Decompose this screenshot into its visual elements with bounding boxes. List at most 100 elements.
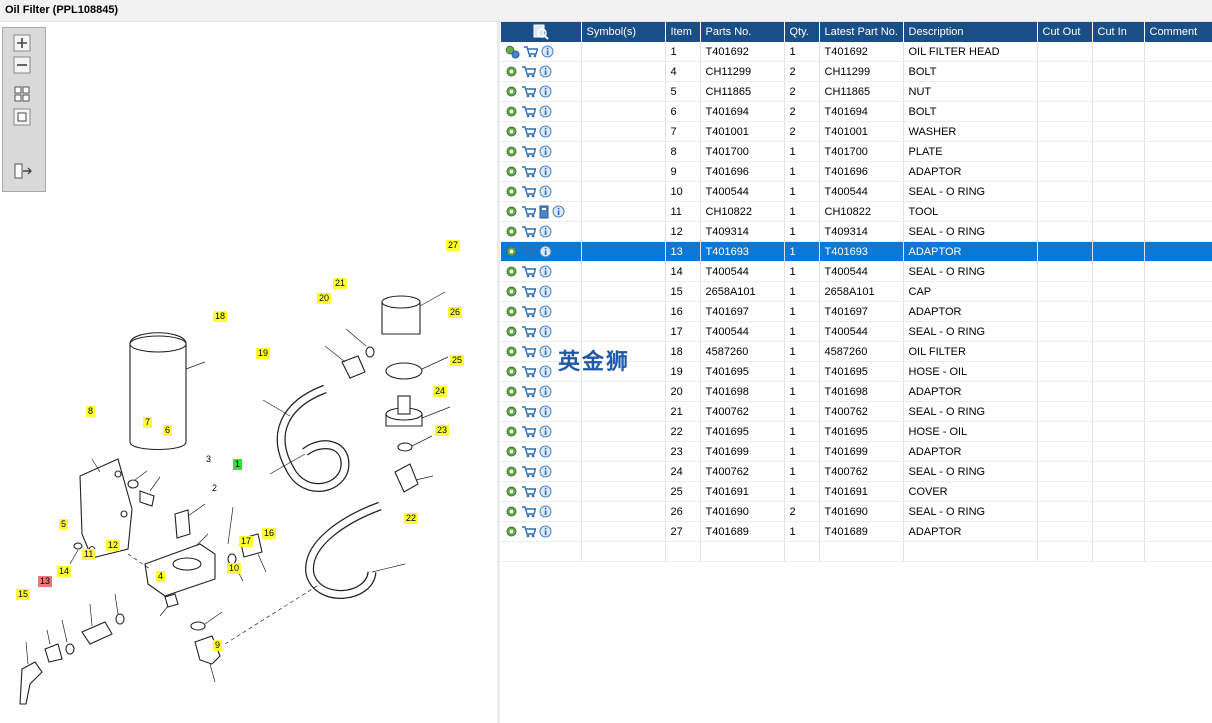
column-header-comment[interactable]: Comment — [1144, 22, 1212, 42]
callout-25[interactable]: 25 — [450, 355, 465, 366]
column-header-item[interactable]: Item — [665, 22, 701, 42]
column-header-icons[interactable] — [501, 22, 582, 42]
row-actions[interactable] — [501, 141, 582, 162]
info-icon — [539, 225, 552, 238]
zoom-in-button[interactable] — [13, 34, 33, 52]
table-row[interactable]: 15 2658A101 1 2658A101 CAP — [501, 281, 1212, 302]
table-row[interactable]: 1 T401692 1 T401692 OIL FILTER HEAD — [501, 42, 1212, 62]
table-row[interactable]: 22 T401695 1 T401695 HOSE - OIL — [501, 421, 1212, 442]
callout-4[interactable]: 4 — [156, 571, 166, 582]
row-actions[interactable] — [501, 381, 582, 402]
table-row[interactable]: 20 T401698 1 T401698 ADAPTOR — [501, 381, 1212, 402]
row-actions[interactable] — [501, 301, 582, 322]
table-row[interactable]: 8 T401700 1 T401700 PLATE — [501, 141, 1212, 162]
row-actions[interactable] — [501, 521, 582, 542]
table-row[interactable]: 25 T401691 1 T401691 COVER — [501, 481, 1212, 502]
cell-latest-part-no: T401001 — [819, 121, 904, 142]
row-actions[interactable] — [501, 501, 582, 522]
row-actions[interactable] — [501, 321, 582, 342]
callout-26[interactable]: 26 — [448, 307, 463, 318]
cart-icon — [522, 66, 536, 78]
table-row[interactable]: 10 T400544 1 T400544 SEAL - O RING — [501, 181, 1212, 202]
row-actions[interactable] — [501, 161, 582, 182]
callout-10[interactable]: 10 — [227, 563, 242, 574]
row-actions[interactable] — [501, 461, 582, 482]
column-header-qty[interactable]: Qty. — [784, 22, 820, 42]
cell-latest-part-no: T400544 — [819, 181, 904, 202]
row-actions[interactable] — [501, 241, 582, 262]
column-header-cut-out[interactable]: Cut Out — [1037, 22, 1093, 42]
table-row[interactable]: 9 T401696 1 T401696 ADAPTOR — [501, 161, 1212, 182]
row-actions[interactable] — [501, 81, 582, 102]
table-row[interactable]: 24 T400762 1 T400762 SEAL - O RING — [501, 461, 1212, 482]
fit-window-button[interactable] — [13, 108, 33, 126]
row-actions[interactable] — [501, 401, 582, 422]
row-actions[interactable] — [501, 281, 582, 302]
table-row[interactable]: 17 T400544 1 T400544 SEAL - O RING — [501, 321, 1212, 342]
table-row[interactable]: 7 T401001 2 T401001 WASHER — [501, 121, 1212, 142]
column-header-description[interactable]: Description — [903, 22, 1038, 42]
row-actions[interactable] — [501, 421, 582, 442]
export-button[interactable] — [13, 162, 33, 180]
row-actions[interactable] — [501, 61, 582, 82]
column-header-symbols[interactable]: Symbol(s) — [581, 22, 666, 42]
row-actions[interactable] — [501, 201, 582, 222]
callout-9[interactable]: 9 — [213, 640, 223, 651]
table-row[interactable]: 4 CH11299 2 CH11299 BOLT — [501, 61, 1212, 82]
table-row[interactable]: 13 T401693 1 T401693 ADAPTOR — [501, 241, 1212, 262]
cell-description: NUT — [903, 81, 1038, 102]
column-header-cut-in[interactable]: Cut In — [1092, 22, 1145, 42]
callout-27[interactable]: 27 — [446, 240, 461, 251]
callout-19[interactable]: 19 — [256, 348, 271, 359]
callout-18[interactable]: 18 — [213, 311, 228, 322]
callout-22[interactable]: 22 — [404, 513, 419, 524]
row-actions[interactable] — [501, 101, 582, 122]
table-row[interactable]: 12 T409314 1 T409314 SEAL - O RING — [501, 221, 1212, 242]
row-actions[interactable] — [501, 42, 582, 62]
diagram-pane[interactable]: 1 2 3 4 5 6 7 8 9 10 11 12 13 14 15 16 1… — [0, 22, 497, 723]
row-actions[interactable] — [501, 481, 582, 502]
table-row[interactable]: 23 T401699 1 T401699 ADAPTOR — [501, 441, 1212, 462]
callout-5[interactable]: 5 — [59, 519, 69, 530]
column-header-latest-part-no[interactable]: Latest Part No. — [819, 22, 904, 42]
pane-splitter[interactable] — [497, 22, 500, 723]
cell-qty: 1 — [784, 161, 820, 182]
callout-16[interactable]: 16 — [262, 528, 277, 539]
callout-1[interactable]: 1 — [233, 459, 243, 470]
row-actions[interactable] — [501, 121, 582, 142]
callout-12[interactable]: 12 — [106, 540, 121, 551]
fit-all-button[interactable] — [13, 85, 33, 103]
callout-21[interactable]: 21 — [333, 278, 348, 289]
row-actions[interactable] — [501, 221, 582, 242]
callout-2[interactable]: 2 — [210, 483, 219, 494]
row-actions[interactable] — [501, 441, 582, 462]
callout-15[interactable]: 15 — [16, 589, 31, 600]
callout-14[interactable]: 14 — [57, 566, 72, 577]
column-header-parts-no[interactable]: Parts No. — [700, 22, 785, 42]
table-row[interactable]: 21 T400762 1 T400762 SEAL - O RING — [501, 401, 1212, 422]
table-row[interactable]: 14 T400544 1 T400544 SEAL - O RING — [501, 261, 1212, 282]
callout-3[interactable]: 3 — [204, 454, 213, 465]
callout-8[interactable]: 8 — [86, 406, 96, 417]
info-icon — [539, 265, 552, 278]
callout-11[interactable]: 11 — [82, 549, 96, 560]
row-actions[interactable] — [501, 261, 582, 282]
table-row[interactable]: 5 CH11865 2 CH11865 NUT — [501, 81, 1212, 102]
table-row[interactable]: 16 T401697 1 T401697 ADAPTOR — [501, 301, 1212, 322]
row-actions[interactable] — [501, 181, 582, 202]
callout-20[interactable]: 20 — [317, 293, 332, 304]
cell-qty: 1 — [784, 361, 820, 382]
callout-24[interactable]: 24 — [433, 386, 448, 397]
callout-17[interactable]: 17 — [239, 536, 254, 547]
table-row[interactable]: 11 CH10822 1 CH10822 TOOL — [501, 201, 1212, 222]
cell-cut-out — [1037, 441, 1093, 462]
callout-7[interactable]: 7 — [143, 417, 153, 428]
callout-13[interactable]: 13 — [38, 576, 53, 587]
zoom-out-button[interactable] — [13, 56, 33, 74]
table-row[interactable]: 26 T401690 2 T401690 SEAL - O RING — [501, 501, 1212, 522]
callout-6[interactable]: 6 — [163, 425, 173, 436]
callout-23[interactable]: 23 — [435, 425, 450, 436]
table-row[interactable]: 27 T401689 1 T401689 ADAPTOR — [501, 521, 1212, 542]
cell-parts-no: 2658A101 — [700, 281, 785, 302]
table-row[interactable]: 6 T401694 2 T401694 BOLT — [501, 101, 1212, 122]
